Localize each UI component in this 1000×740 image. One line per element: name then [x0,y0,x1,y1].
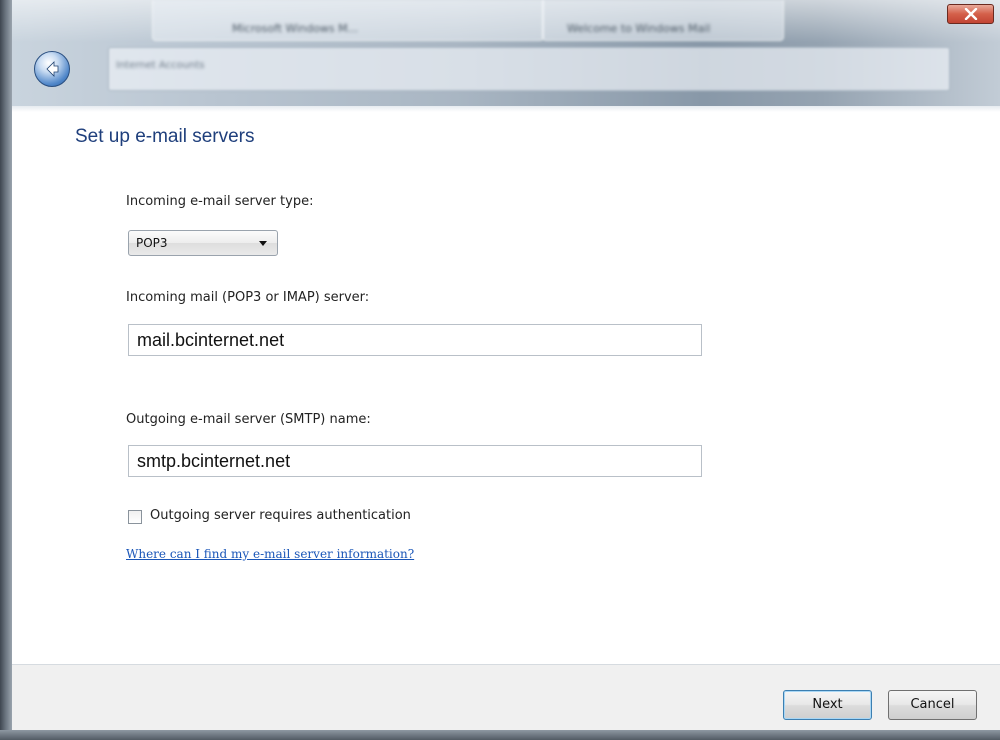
cancel-button[interactable]: Cancel [888,690,977,720]
auth-checkbox[interactable] [128,510,142,524]
title-bar: Microsoft Windows M... Welcome to Window… [12,0,1000,106]
dialog-footer: Next Cancel [12,664,1000,730]
incoming-server-type-value: POP3 [136,236,168,250]
outgoing-server-field[interactable] [128,445,702,477]
background-tab-title: Welcome to Windows Mail [567,22,711,35]
window-caption-bar [108,47,950,91]
outgoing-server-label: Outgoing e-mail server (SMTP) name: [126,412,371,427]
auth-checkbox-label: Outgoing server requires authentication [150,508,411,523]
incoming-server-type-select[interactable]: POP3 [128,230,278,256]
chevron-down-icon [259,241,267,246]
incoming-server-label: Incoming mail (POP3 or IMAP) server: [126,290,370,305]
content-top-shade [12,106,1000,112]
background-tab-title: Microsoft Windows M... [232,22,359,35]
back-button[interactable] [34,51,70,87]
page-title: Set up e-mail servers [75,126,255,147]
incoming-server-type-label: Incoming e-mail server type: [126,194,314,209]
window-caption-text: Internet Accounts [116,60,205,71]
close-button[interactable] [947,4,994,24]
incoming-server-field[interactable] [128,324,702,356]
back-arrow-icon [46,61,59,77]
window-left-edge [0,0,12,740]
window-bottom-edge [0,730,1000,740]
server-info-help-link[interactable]: Where can I find my e-mail server inform… [126,547,414,561]
dialog-window: Microsoft Windows M... Welcome to Window… [0,0,1000,740]
dialog-content: Set up e-mail servers Incoming e-mail se… [12,106,1000,664]
close-icon [964,8,977,20]
next-button[interactable]: Next [783,690,872,720]
